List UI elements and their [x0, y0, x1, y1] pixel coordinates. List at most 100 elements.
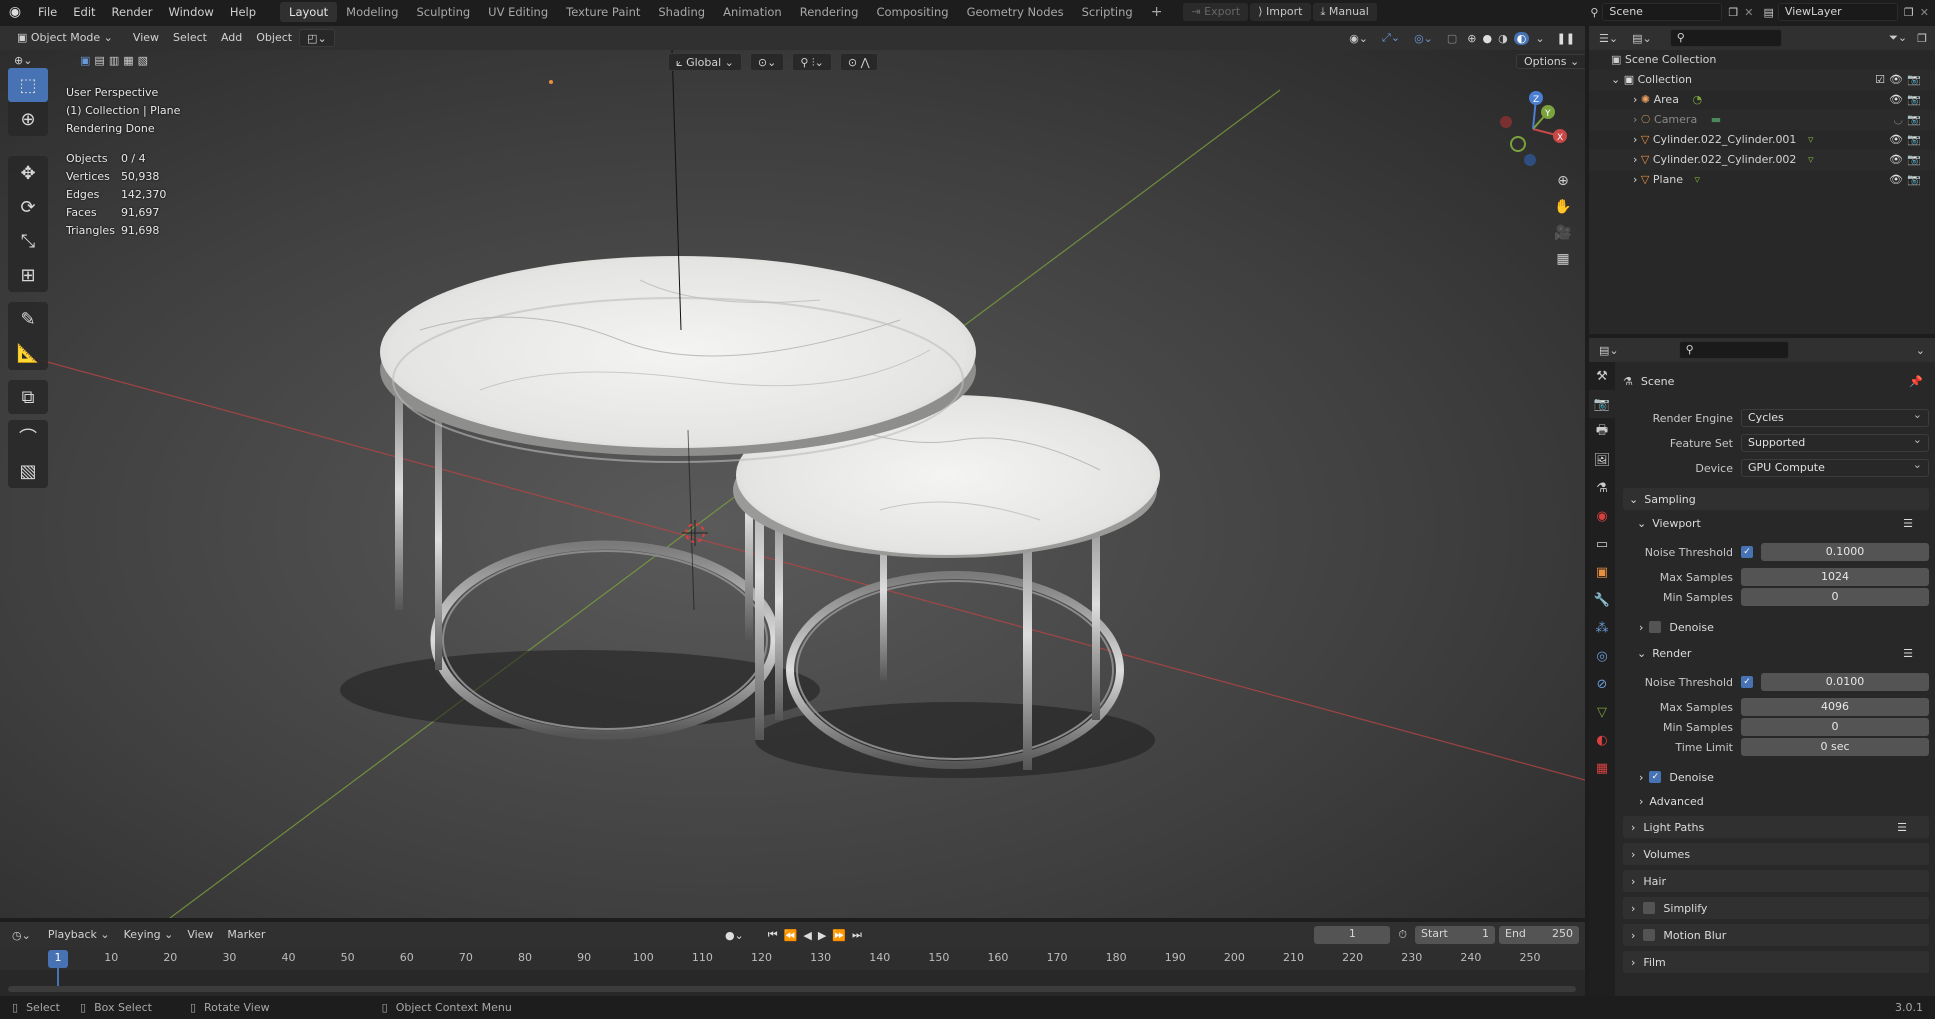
hidden-eye-icon[interactable]: ◡: [1893, 110, 1903, 130]
simplify-checkbox[interactable]: [1643, 902, 1656, 914]
scene-tab-icon[interactable]: ⚗: [1589, 474, 1615, 502]
object-mode-dropdown[interactable]: ▣ Object Mode ⌄: [10, 29, 120, 47]
output-tab-icon[interactable]: 🖶: [1589, 418, 1615, 446]
jump-start-icon[interactable]: ⏮: [768, 928, 778, 942]
outliner-item-area[interactable]: › ✺ Area ◔ 👁 📷: [1589, 90, 1935, 110]
tab-texture-paint[interactable]: Texture Paint: [557, 2, 649, 22]
cursor-tool-icon[interactable]: ⊕: [8, 102, 48, 136]
transform-tool-icon[interactable]: ⊞: [8, 258, 48, 292]
render-camera-icon[interactable]: 📷: [1907, 110, 1921, 130]
object-menu[interactable]: Object: [249, 29, 299, 47]
pan-hand-icon[interactable]: ✋: [1550, 194, 1576, 220]
material-tab-icon[interactable]: ◐: [1589, 726, 1615, 754]
eye-icon[interactable]: 👁: [1889, 150, 1903, 170]
tab-uv-editing[interactable]: UV Editing: [479, 2, 557, 22]
select-menu[interactable]: Select: [166, 29, 214, 47]
view-menu-timeline[interactable]: View: [180, 926, 220, 944]
viewport-min-samples-field[interactable]: 0: [1741, 588, 1929, 606]
select-subtract-icon[interactable]: ▥: [109, 54, 119, 67]
tab-modeling[interactable]: Modeling: [337, 2, 407, 22]
tab-rendering[interactable]: Rendering: [791, 2, 868, 22]
collection-checkbox[interactable]: ☑: [1875, 70, 1885, 90]
physics-tab-icon[interactable]: ◎: [1589, 642, 1615, 670]
render-noise-threshold-field[interactable]: 0.0100: [1761, 673, 1929, 691]
outliner-editor-icon[interactable]: ☰⌄: [1599, 32, 1618, 45]
data-tab-icon[interactable]: ▽: [1589, 698, 1615, 726]
new-scene-icon[interactable]: ❐: [1728, 6, 1738, 19]
properties-editor-icon[interactable]: ▤⌄: [1599, 344, 1619, 357]
particles-tab-icon[interactable]: ⁂: [1589, 614, 1615, 642]
snap-icon[interactable]: ⚲ ⫶⌄: [792, 53, 832, 71]
expand-arrow-icon[interactable]: ›: [1633, 153, 1641, 166]
select-box-tool-icon[interactable]: ⬚: [8, 68, 48, 102]
start-frame-field[interactable]: Start 1: [1415, 926, 1495, 944]
select-invert-icon[interactable]: ▦: [123, 54, 133, 67]
marker-menu[interactable]: Marker: [220, 926, 272, 944]
timeline-area[interactable]: 1 10 20 30 40 50 60 70 80 90 100 110 120 130 140 150 160…: [0, 948, 1585, 996]
render-denoise-subpanel[interactable]: › ✓ Denoise: [1623, 766, 1929, 788]
render-camera-icon[interactable]: 📷: [1907, 150, 1921, 170]
view-menu[interactable]: View: [126, 29, 166, 47]
timer-icon[interactable]: ⏱: [1398, 928, 1407, 942]
render-engine-dropdown[interactable]: Cycles: [1741, 407, 1929, 427]
snap-toggle-icon[interactable]: ◰⌄: [299, 29, 335, 47]
tab-animation[interactable]: Animation: [714, 2, 791, 22]
expand-arrow-icon[interactable]: ⌄: [1611, 73, 1624, 86]
outliner-search-input[interactable]: ⚲: [1669, 29, 1782, 47]
outliner-item-cylinder-001[interactable]: › ▽ Cylinder.022_Cylinder.001 ▿ 👁 📷: [1589, 130, 1935, 150]
properties-search-input[interactable]: ⚲: [1678, 341, 1789, 359]
scene-selector-icon[interactable]: ⚲: [1590, 6, 1598, 19]
current-frame-field[interactable]: 1: [1314, 926, 1391, 944]
menu-file[interactable]: File: [30, 0, 65, 24]
advanced-subpanel[interactable]: › Advanced: [1623, 790, 1929, 812]
sampling-panel-header[interactable]: ⌄ Sampling: [1623, 488, 1929, 510]
collection-tab-icon[interactable]: ▭: [1589, 530, 1615, 558]
menu-render[interactable]: Render: [104, 0, 161, 24]
expand-arrow-icon[interactable]: ›: [1633, 173, 1641, 186]
viewport-denoise-checkbox[interactable]: [1649, 621, 1662, 633]
transform-orientation-dropdown[interactable]: ⟀ Global ⌄: [668, 53, 742, 71]
image-tool-icon[interactable]: ▧: [8, 454, 48, 488]
device-dropdown[interactable]: GPU Compute: [1741, 457, 1929, 477]
view-layer-icon[interactable]: ▤: [1764, 6, 1774, 19]
film-panel[interactable]: › Film: [1623, 951, 1929, 973]
rotate-tool-icon[interactable]: ⟳: [8, 190, 48, 224]
display-mode-icon[interactable]: ▤⌄: [1632, 32, 1652, 45]
motion-blur-panel[interactable]: › Motion Blur: [1623, 924, 1929, 946]
eye-icon[interactable]: 👁: [1889, 70, 1903, 90]
texture-tab-icon[interactable]: ▦: [1589, 754, 1615, 782]
add-cube-tool-icon[interactable]: ⧉: [8, 380, 48, 414]
render-tab-icon[interactable]: 📷: [1589, 390, 1615, 418]
jump-keyframe-forward-icon[interactable]: ⏩: [832, 929, 846, 942]
pivot-point-icon[interactable]: ⊙⌄: [749, 53, 785, 71]
blender-logo-icon[interactable]: ◉: [0, 4, 30, 20]
scene-collection-row[interactable]: ▣ Scene Collection: [1589, 50, 1935, 70]
time-limit-field[interactable]: 0 sec: [1741, 738, 1929, 756]
motion-blur-checkbox[interactable]: [1643, 929, 1656, 941]
eye-icon[interactable]: 👁: [1889, 170, 1903, 190]
tool-tab-icon[interactable]: ⚒: [1589, 362, 1615, 390]
menu-edit[interactable]: Edit: [65, 0, 103, 24]
material-shading-icon[interactable]: ◑: [1498, 32, 1508, 45]
expand-arrow-icon[interactable]: ›: [1633, 133, 1641, 146]
viewport-max-samples-field[interactable]: 1024: [1741, 568, 1929, 586]
viewport-denoise-subpanel[interactable]: › Denoise: [1623, 616, 1929, 638]
measure-tool-icon[interactable]: 📐: [8, 336, 48, 370]
manual-button[interactable]: ⤓ Manual: [1312, 3, 1377, 21]
import-button[interactable]: ⟩ Import: [1250, 3, 1311, 21]
presets-list-icon[interactable]: ☰: [1903, 517, 1913, 530]
add-menu[interactable]: Add: [214, 29, 249, 47]
view-layer-field[interactable]: ViewLayer: [1777, 3, 1898, 21]
play-icon[interactable]: ▶: [818, 929, 826, 942]
pause-render-icon[interactable]: ❚❚: [1557, 32, 1575, 45]
render-camera-icon[interactable]: 📷: [1907, 130, 1921, 150]
select-new-icon[interactable]: ▣: [80, 54, 90, 67]
menu-help[interactable]: Help: [222, 0, 264, 24]
3d-viewport[interactable]: ⬚ ⊕ ✥ ⟳ ⤡ ⊞ ✎ 📐 ⧉ ⌒ ▧ User Perspective (…: [0, 50, 1585, 918]
modifier-tab-icon[interactable]: 🔧: [1589, 586, 1615, 614]
presets-list-icon[interactable]: ☰: [1897, 821, 1907, 834]
new-collection-icon[interactable]: ❐: [1917, 32, 1927, 45]
outliner-item-plane[interactable]: › ▽ Plane ▿ 👁 📷: [1589, 170, 1935, 190]
zoom-icon[interactable]: ⊕: [1550, 168, 1576, 194]
outliner-item-camera[interactable]: › ⎔ Camera ▬ ◡ 📷: [1589, 110, 1935, 130]
